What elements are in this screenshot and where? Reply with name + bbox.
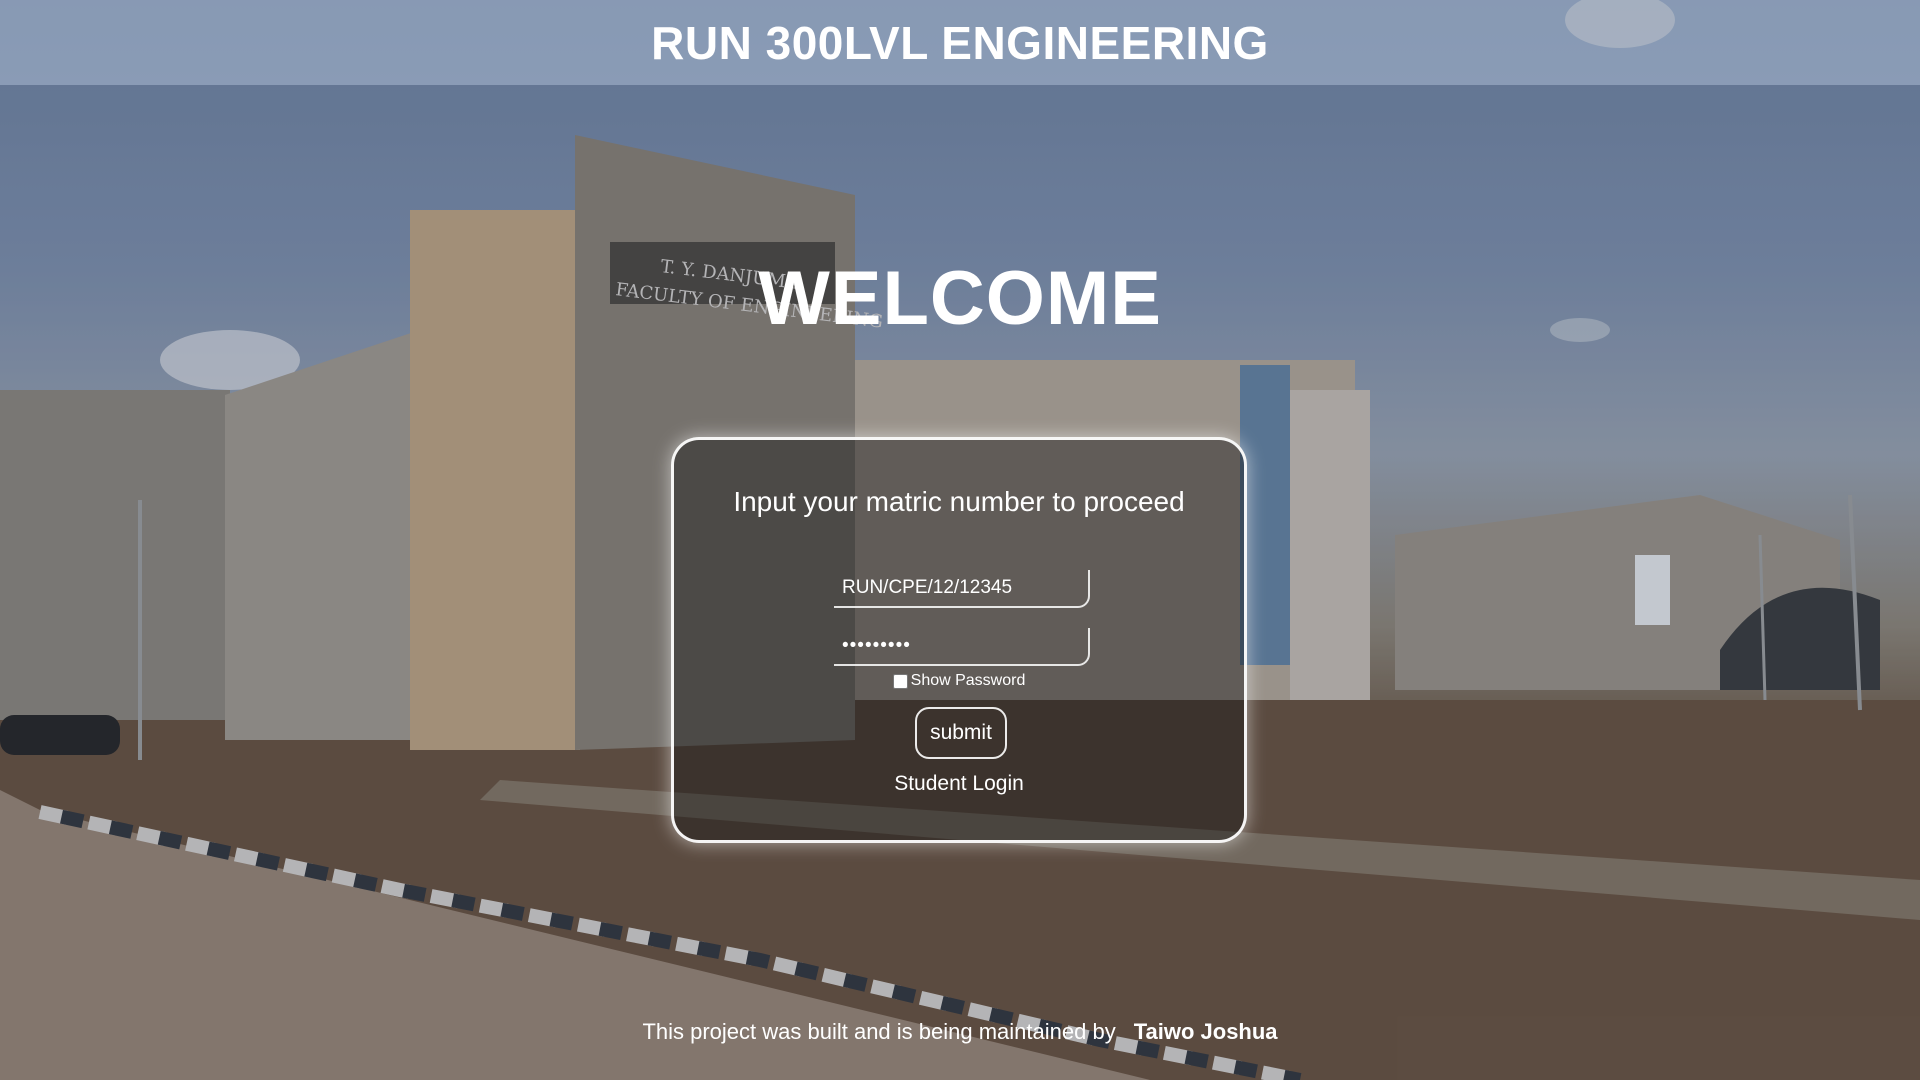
show-password-checkbox[interactable] — [892, 673, 908, 689]
site-header: RUN 300LVL ENGINEERING — [0, 0, 1920, 85]
page-footer: This project was built and is being main… — [0, 1019, 1920, 1045]
site-title: RUN 300LVL ENGINEERING — [651, 16, 1269, 69]
welcome-heading: WELCOME — [758, 256, 1162, 341]
submit-button[interactable]: submit — [915, 707, 1007, 759]
matric-number-input[interactable] — [834, 570, 1090, 608]
password-input[interactable] — [834, 628, 1090, 666]
student-login-text: Student Login — [894, 772, 1024, 795]
login-form-card: Input your matric number to proceed Show… — [671, 437, 1247, 843]
show-password-label: Show Password — [910, 672, 1026, 689]
login-instruction-text: Input your matric number to proceed — [733, 486, 1185, 517]
page: T. Y. DANJUMA FACULTY OF ENGINEERING RUN… — [0, 0, 1920, 1080]
show-password-toggle[interactable]: Show Password — [674, 672, 1244, 690]
footer-credit-text: This project was built and is being main… — [642, 1019, 1116, 1044]
footer-author-name: Taiwo Joshua — [1133, 1019, 1278, 1044]
